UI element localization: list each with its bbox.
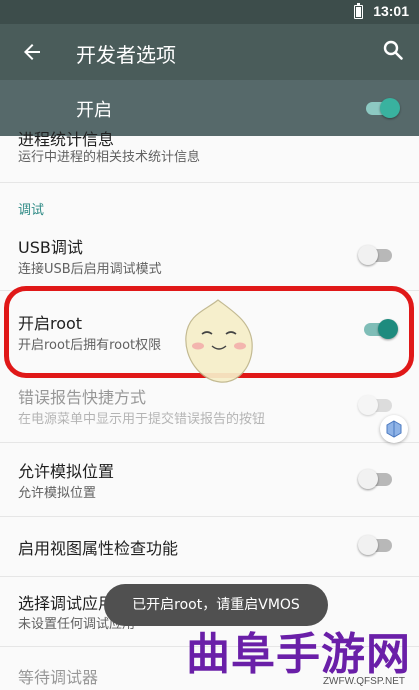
divider — [0, 576, 419, 577]
item-title: 允许模拟位置 — [18, 462, 115, 481]
bugreport-toggle[interactable] — [358, 394, 394, 416]
item-subtitle: 在电源菜单中显示用于提交错误报告的按钮 — [18, 412, 266, 427]
mascot-sticker — [185, 299, 253, 383]
section-header-debug: 调试 — [18, 203, 45, 218]
watermark-url: ZWFW.QFSP.NET — [322, 676, 405, 687]
item-title: 选择调试应用 — [18, 594, 115, 613]
status-bar: 13:01 — [0, 0, 419, 24]
item-subtitle: 运行中进程的相关技术统计信息 — [18, 150, 201, 165]
search-icon[interactable] — [381, 38, 405, 62]
item-title: 等待调试器 — [18, 668, 99, 687]
item-subtitle: 连接USB后启用调试模式 — [18, 262, 162, 277]
list-item-usb-debug[interactable]: USB调试 连接USB后启用调试模式 — [0, 226, 419, 290]
item-title: USB调试 — [18, 238, 83, 257]
view-attribute-toggle[interactable] — [358, 534, 394, 556]
usb-debug-toggle[interactable] — [358, 244, 394, 266]
item-title: 错误报告快捷方式 — [18, 388, 147, 407]
list-item-mock-location[interactable]: 允许模拟位置 允许模拟位置 — [0, 450, 419, 514]
list-item-view-attribute-inspection[interactable]: 启用视图属性检查功能 — [0, 517, 419, 573]
watermark: 曲阜手游网 ZWFW.QFSP.NET — [186, 600, 419, 690]
floating-tool-button[interactable] — [380, 415, 408, 443]
page-title: 开发者选项 — [76, 43, 176, 67]
mock-location-toggle[interactable] — [358, 468, 394, 490]
cube-icon — [386, 420, 402, 438]
battery-icon — [354, 3, 363, 19]
watermark-brand: 曲阜手游网 — [186, 629, 411, 680]
divider — [0, 442, 419, 443]
item-title: 启用视图属性检查功能 — [18, 539, 179, 558]
app-bar: 开发者选项 — [0, 24, 419, 80]
item-subtitle: 允许模拟位置 — [18, 486, 97, 501]
master-switch-label: 开启 — [76, 100, 112, 121]
back-arrow-icon[interactable] — [20, 40, 44, 64]
status-time: 13:01 — [373, 3, 409, 19]
divider — [0, 182, 419, 183]
list-item-process-stats[interactable]: 进程统计信息 运行中进程的相关技术统计信息 — [0, 130, 419, 188]
master-toggle[interactable] — [364, 97, 400, 119]
